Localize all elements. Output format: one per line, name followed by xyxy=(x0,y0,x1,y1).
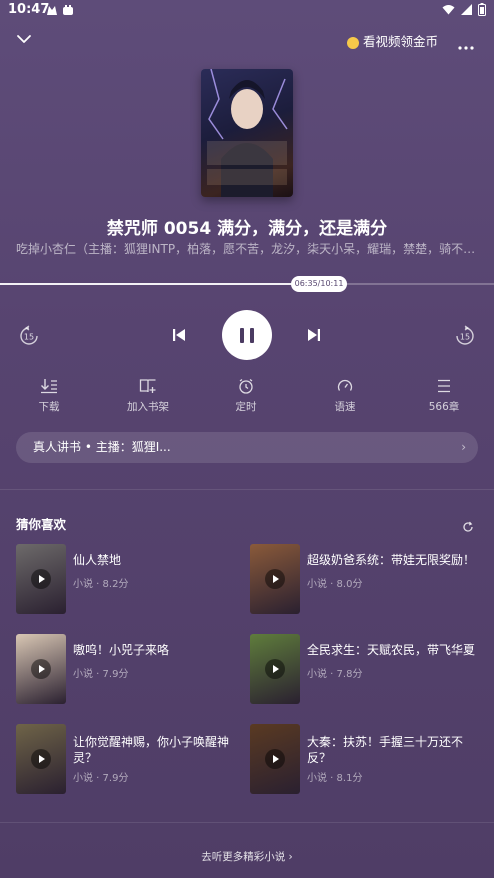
book-cover xyxy=(201,69,293,197)
refresh-icon[interactable] xyxy=(462,518,474,537)
play-icon xyxy=(31,569,51,589)
track-authors[interactable]: 吃掉小杏仁（主播：狐狸INTP，柏落，愿不苦，龙汐，柒天小呆，耀瑞，禁楚，骑不快… xyxy=(16,240,478,257)
app-notification-icon xyxy=(62,4,74,16)
download-icon xyxy=(41,379,57,394)
alarm-clock-icon xyxy=(239,378,253,394)
list-icon xyxy=(438,379,450,393)
more-options-icon[interactable] xyxy=(458,35,474,54)
divider xyxy=(0,489,494,490)
recommendation-item[interactable]: 仙人禁地 小说 · 8.2分 xyxy=(16,544,246,614)
recommendation-title: 全民求生：天赋农民，带飞华夏 xyxy=(307,643,476,657)
recommendation-meta: 小说 · 7.9分 xyxy=(73,669,129,680)
watch-video-coins-button[interactable]: 看视频领金币 xyxy=(346,31,438,50)
recommendation-title: 超级奶爸系统：带娃无限奖励！ xyxy=(307,553,476,567)
rewind-seconds: 15 xyxy=(24,333,34,342)
status-icons xyxy=(442,3,486,20)
play-icon xyxy=(31,749,51,769)
recommendation-cover xyxy=(16,634,66,704)
recommendation-title: 仙人禁地 xyxy=(73,553,122,567)
play-icon xyxy=(265,659,285,679)
recommendation-title: 让你觉醒神赐，你小子唤醒神灵？ xyxy=(73,735,230,765)
add-to-shelf-label: 加入书架 xyxy=(127,401,169,413)
forward-15-button[interactable]: 15 xyxy=(454,325,476,351)
status-time: 10:47 xyxy=(8,2,50,17)
recommendation-cover xyxy=(250,724,300,794)
chapter-list-button[interactable]: 566章 xyxy=(409,378,479,414)
collapse-chevron-icon[interactable] xyxy=(16,30,32,49)
pause-bar-icon xyxy=(240,327,244,343)
forward-seconds: 15 xyxy=(460,333,470,342)
recommendation-item[interactable]: 全民求生：天赋农民，带飞华夏 小说 · 7.8分 xyxy=(250,634,480,704)
play-icon xyxy=(265,749,285,769)
timer-button[interactable]: 定时 xyxy=(211,378,281,414)
track-title: 禁咒师 0054 满分，满分，还是满分 xyxy=(106,219,388,239)
recommendation-cover xyxy=(250,634,300,704)
wifi-icon xyxy=(442,4,455,19)
recommendation-meta: 小说 · 8.0分 xyxy=(307,579,363,590)
signal-icon xyxy=(461,4,472,19)
pause-bar-icon xyxy=(250,327,254,343)
recommendation-meta: 小说 · 8.1分 xyxy=(307,773,363,784)
recommendation-meta: 小说 · 8.2分 xyxy=(73,579,129,590)
promo-label: 看视频领金币 xyxy=(362,34,438,49)
pause-button[interactable] xyxy=(222,310,272,360)
speed-gauge-icon xyxy=(337,379,353,391)
recommendation-item[interactable]: 超级奶爸系统：带娃无限奖励！ 小说 · 8.0分 xyxy=(250,544,480,614)
recommendation-item[interactable]: 大秦：扶苏！手握三十万还不反？ 小说 · 8.1分 xyxy=(250,724,480,794)
coin-icon xyxy=(346,36,359,49)
notification-icon xyxy=(46,4,58,16)
play-icon xyxy=(265,569,285,589)
recommendation-item[interactable]: 嗷呜！小兕子来咯 小说 · 7.9分 xyxy=(16,634,246,704)
recommendation-cover xyxy=(250,544,300,614)
previous-track-button[interactable] xyxy=(171,327,187,347)
next-track-button[interactable] xyxy=(306,327,322,347)
recommendation-cover xyxy=(16,544,66,614)
recommendation-cover xyxy=(16,724,66,794)
speed-button[interactable]: 语速 xyxy=(310,378,380,414)
chevron-right-icon: › xyxy=(461,440,466,454)
recommendation-meta: 小说 · 7.9分 xyxy=(73,773,129,784)
more-novels-link[interactable]: 去听更多精彩小说 › xyxy=(0,849,494,864)
battery-icon xyxy=(478,3,486,20)
bookshelf-add-icon xyxy=(139,379,156,393)
play-icon xyxy=(31,659,51,679)
rewind-15-button[interactable]: 15 xyxy=(18,325,40,351)
speed-label: 语速 xyxy=(334,401,356,413)
recommendation-title: 嗷呜！小兕子来咯 xyxy=(73,643,170,657)
timer-label: 定时 xyxy=(235,401,257,413)
download-button[interactable]: 下载 xyxy=(14,378,84,414)
recommendations-title: 猜你喜欢 xyxy=(16,517,67,532)
recommendation-title: 大秦：扶苏！手握三十万还不反？ xyxy=(307,735,464,765)
recommendation-item[interactable]: 让你觉醒神赐，你小子唤醒神灵？ 小说 · 7.9分 xyxy=(16,724,246,794)
recommendation-meta: 小说 · 7.8分 xyxy=(307,669,363,680)
progress-thumb[interactable]: 06:35/10:11 xyxy=(290,276,348,292)
divider xyxy=(0,822,494,823)
add-to-shelf-button[interactable]: 加入书架 xyxy=(113,378,183,414)
narrator-text: 真人讲书 • 主播：狐狸I... xyxy=(33,440,171,454)
progress-fill xyxy=(0,283,320,285)
status-bar: 10:47 xyxy=(0,0,494,22)
download-label: 下载 xyxy=(38,401,60,413)
chapter-count-label: 566章 xyxy=(428,401,460,413)
narrator-pill[interactable]: 真人讲书 • 主播：狐狸I... › xyxy=(16,432,478,463)
